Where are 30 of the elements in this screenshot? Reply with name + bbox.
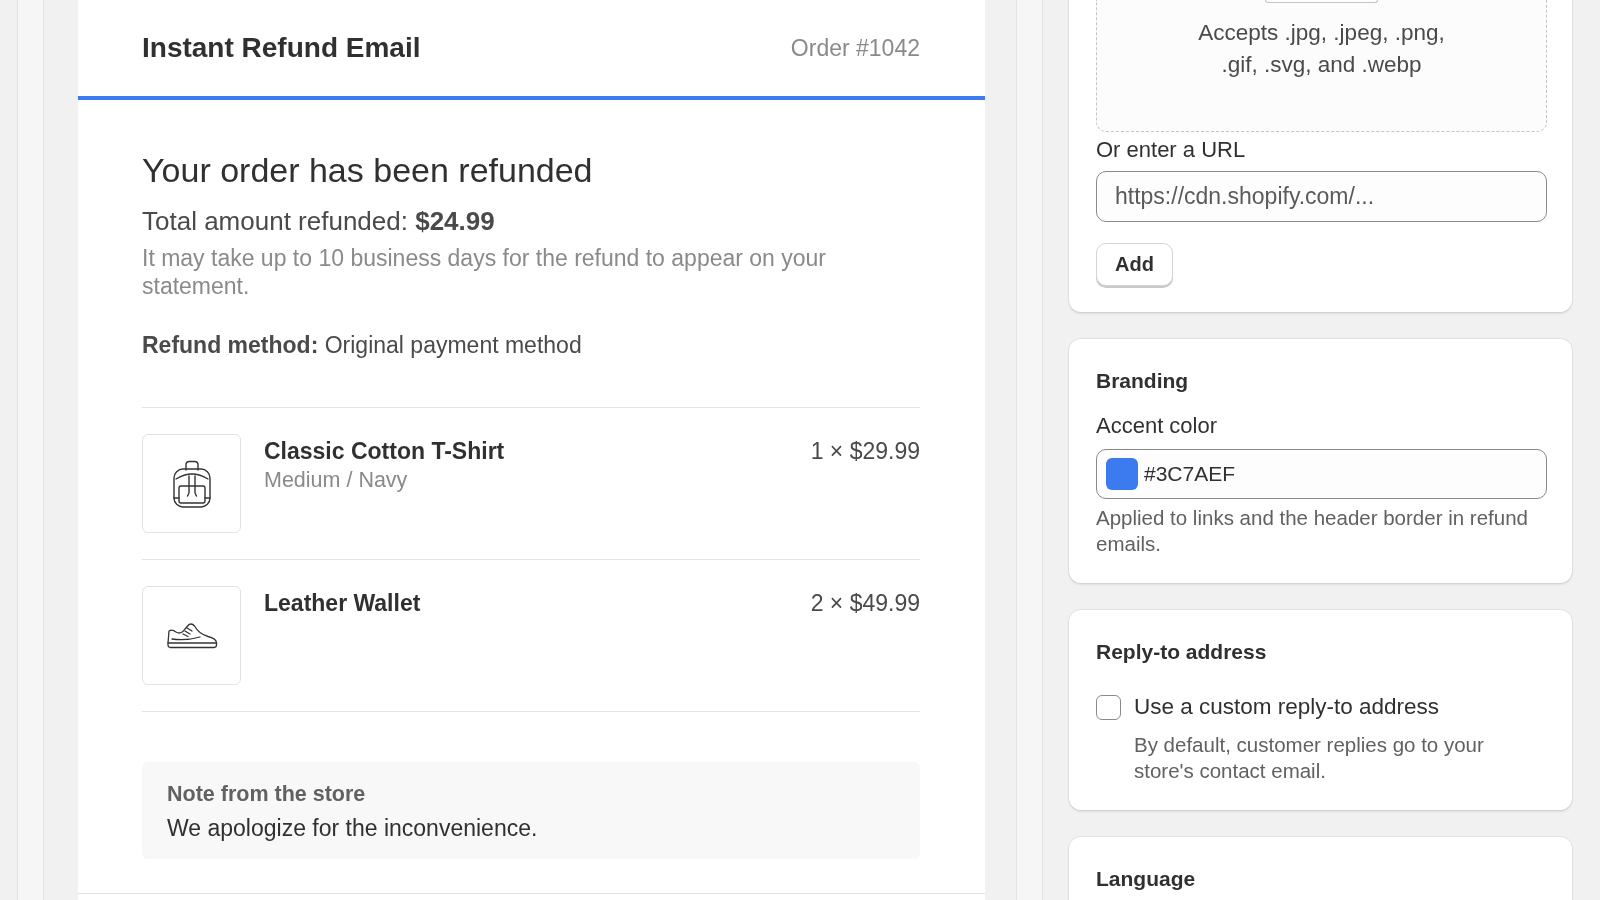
product-name: Leather Wallet — [264, 590, 421, 616]
email-heading: Your order has been refunded — [142, 150, 594, 190]
card-title: Language — [1096, 867, 1196, 891]
accent-color-field[interactable]: #3C7AEF — [1096, 449, 1547, 499]
file-drop-zone[interactable]: Accepts .jpg, .jpeg, .png, .gif, .svg, and .webp — [1096, 0, 1547, 132]
product-name: Classic Cotton T-Shirt — [264, 438, 505, 464]
color-swatch-icon[interactable] — [1106, 458, 1138, 490]
accepted-formats-text: Accepts .jpg, .jpeg, .png, .gif, .svg, and .webp — [1197, 19, 1446, 79]
product-variant: Medium / Navy — [264, 467, 408, 493]
note-title: Note from the store — [167, 782, 366, 806]
sneaker-icon — [165, 622, 218, 649]
cropped-button[interactable] — [1265, 0, 1378, 3]
add-button[interactable]: Add — [1096, 243, 1173, 286]
card-title: Branding — [1096, 369, 1189, 393]
order-number: Order #1042 — [790, 34, 920, 62]
refund-method: Refund method: Original payment method — [142, 331, 583, 360]
checkbox[interactable] — [1096, 694, 1121, 720]
refund-total: Total amount refunded: $24.99 — [142, 206, 496, 236]
refund-notice: It may take up to 10 business days for the refund to appear on your statement. — [142, 244, 828, 300]
checkbox-label: Use a custom reply-to address — [1134, 694, 1440, 720]
help-text: Applied to links and the header border in refund emails. — [1096, 505, 1529, 557]
help-text: By default, customer replies go to your store's contact email. — [1134, 732, 1485, 784]
card-title: Reply-to address — [1096, 640, 1267, 664]
url-input[interactable]: https://cdn.shopify.com/... — [1096, 171, 1547, 222]
quantity-price: 2 × $49.99 — [810, 589, 920, 616]
accent-color-label: Accent color — [1096, 414, 1218, 438]
email-title: Instant Refund Email — [142, 32, 421, 64]
url-label: Or enter a URL — [1096, 138, 1246, 162]
note-text: We apologize for the inconvenience. — [167, 814, 538, 842]
quantity-price: 1 × $29.99 — [810, 437, 920, 464]
